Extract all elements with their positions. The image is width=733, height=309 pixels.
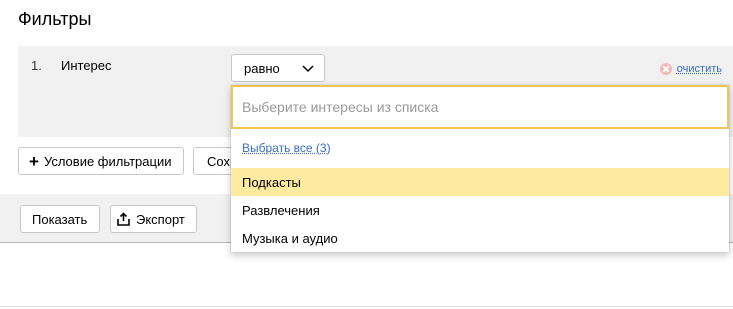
condition-select[interactable]: равно [231, 54, 325, 82]
filter-field-name: Интерес [61, 58, 112, 73]
interests-dropdown: Выбрать все (3) Подкасты Развлечения Муз… [231, 85, 729, 252]
show-button[interactable]: Показать [20, 205, 100, 233]
page-title: Фильтры [18, 9, 92, 29]
clear-filter-label: очистить [676, 63, 722, 75]
export-button[interactable]: Экспорт [110, 205, 197, 233]
interests-search-input[interactable] [231, 85, 729, 129]
option-entertainment[interactable]: Развлечения [231, 196, 729, 224]
add-condition-label: Условие фильтрации [43, 153, 172, 169]
divider [0, 306, 733, 307]
option-music-audio[interactable]: Музыка и аудио [231, 224, 729, 252]
export-label: Экспорт [136, 211, 185, 227]
show-label: Показать [32, 211, 88, 227]
clear-filter-link[interactable]: очистить [659, 63, 722, 75]
filter-number: 1. [31, 58, 42, 73]
export-icon [117, 212, 130, 226]
condition-select-value: равно [244, 61, 280, 76]
chevron-down-icon [302, 65, 314, 73]
plus-icon: + [29, 151, 39, 171]
clear-icon [659, 63, 672, 75]
add-condition-button[interactable]: + Условие фильтрации [18, 147, 184, 175]
option-podcasts[interactable]: Подкасты [231, 168, 729, 196]
select-all-link[interactable]: Выбрать все (3) [242, 141, 331, 155]
